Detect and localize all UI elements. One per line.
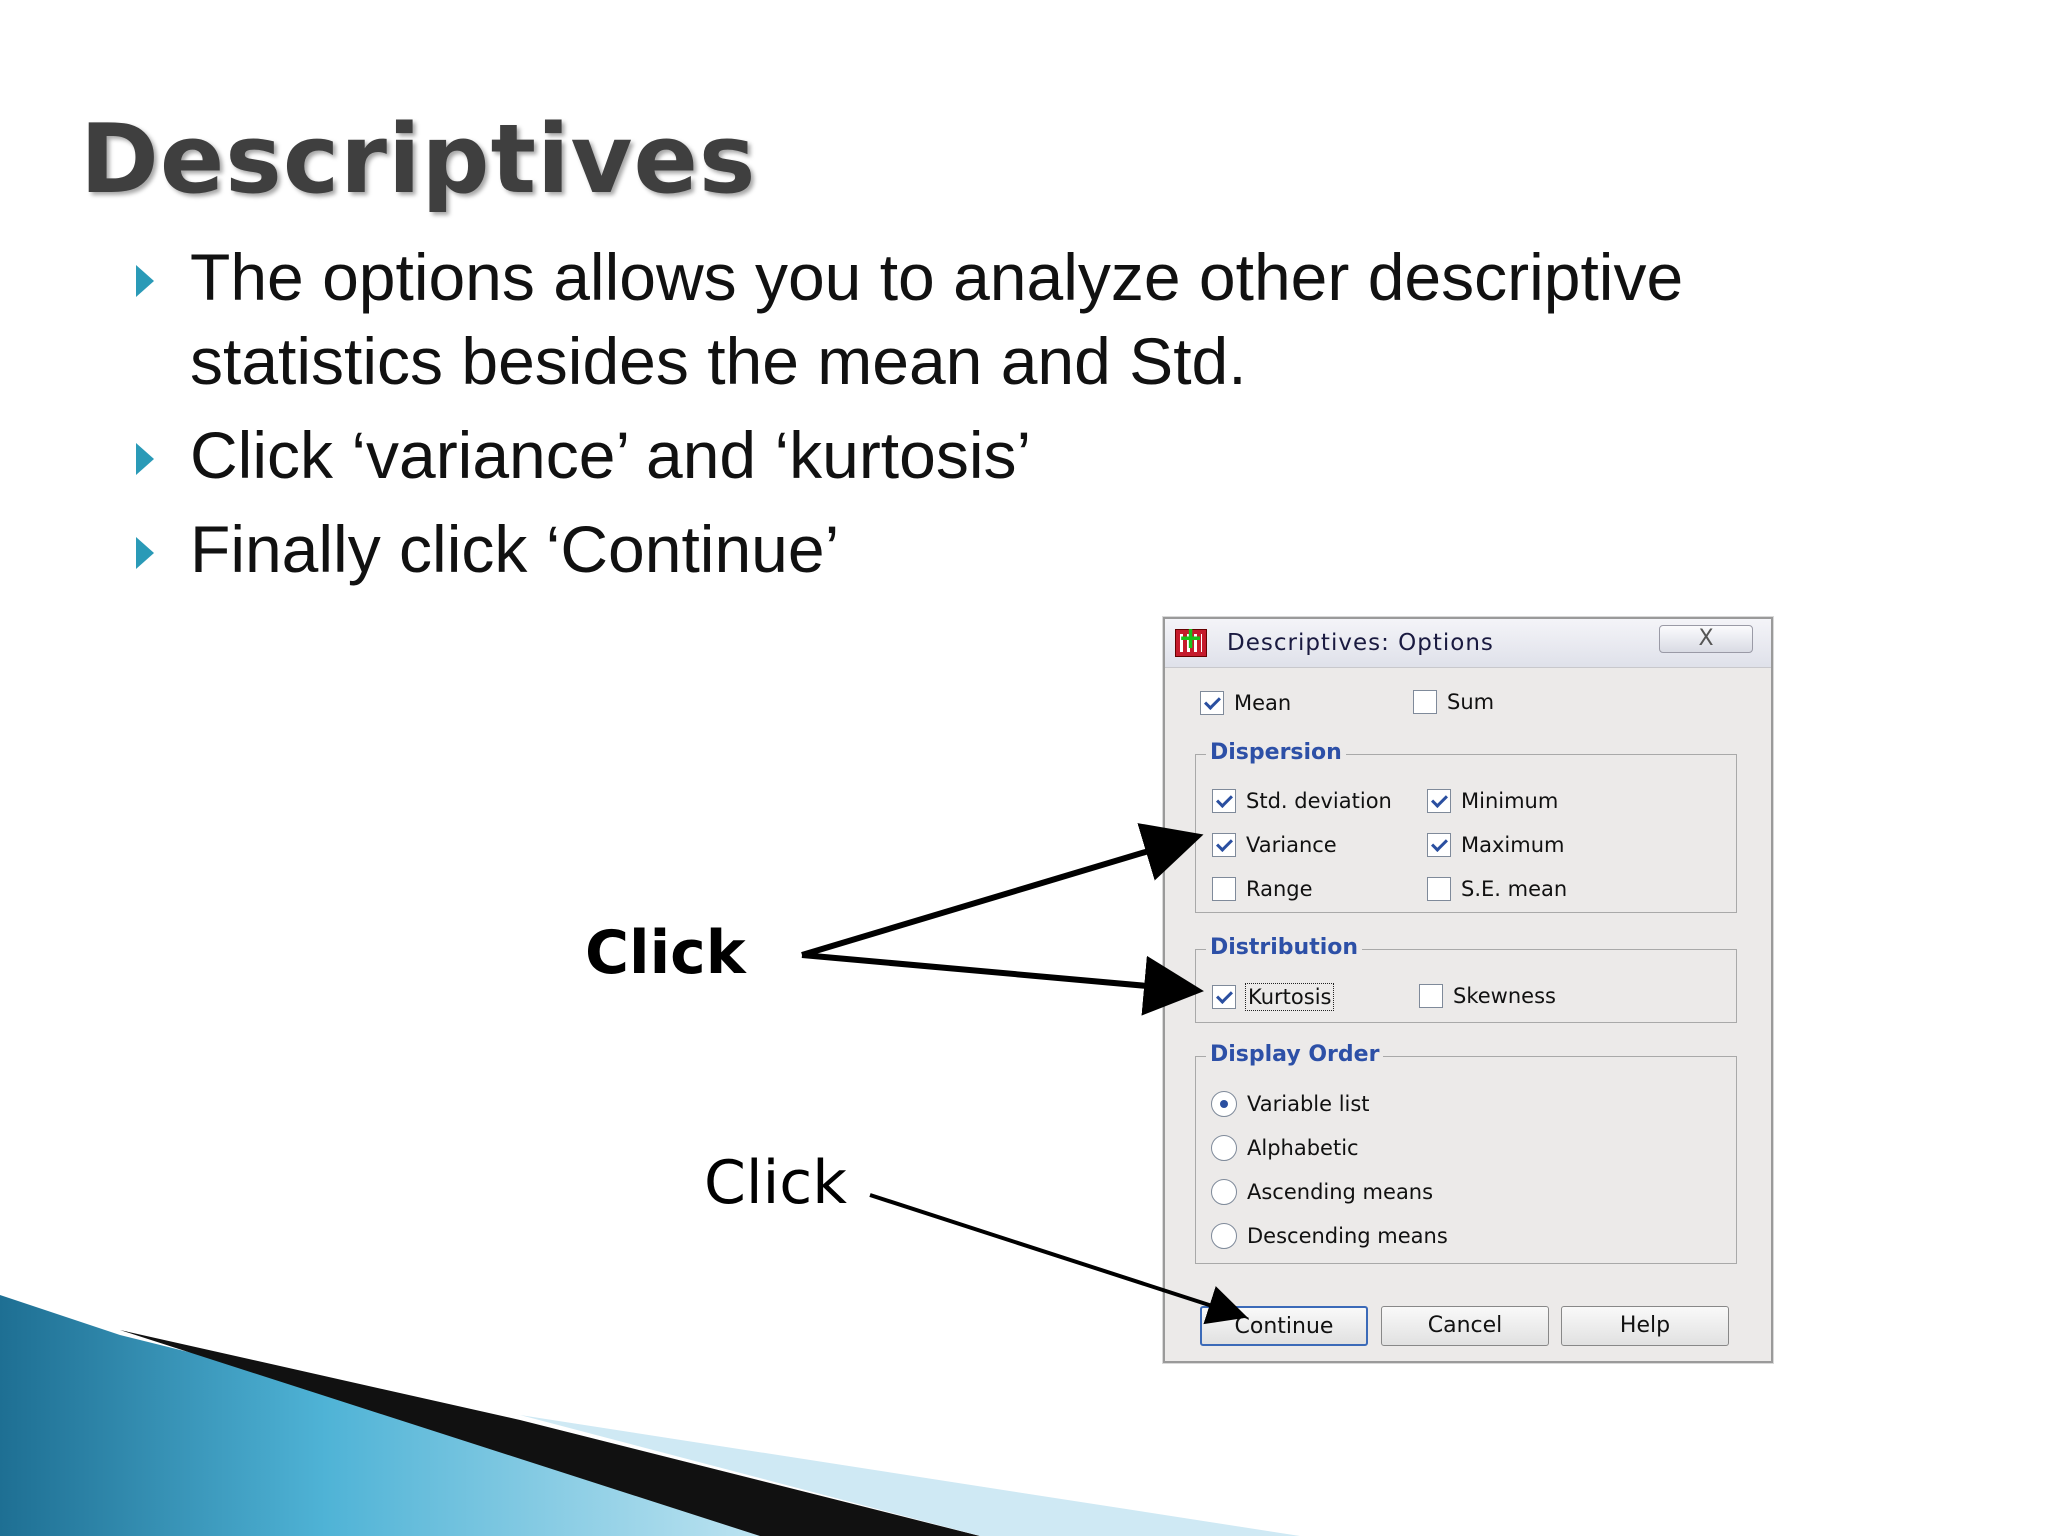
sum-checkbox[interactable]: Sum [1413, 690, 1494, 714]
variance-label: Variance [1246, 833, 1337, 857]
arrow-to-kurtosis [801, 952, 1204, 1016]
display-order-legend: Display Order [1206, 1042, 1384, 1067]
checkbox-empty-icon [1419, 984, 1443, 1008]
spss-app-icon [1175, 621, 1207, 657]
radio-label: Variable list [1247, 1092, 1370, 1116]
checkbox-empty-icon [1427, 877, 1451, 901]
checkbox-checked-icon [1427, 789, 1451, 813]
radio-label: Alphabetic [1247, 1136, 1359, 1160]
minimum-label: Minimum [1461, 789, 1559, 813]
checkbox-checked-icon [1212, 833, 1236, 857]
dialog-titlebar: Descriptives: Options X [1165, 619, 1771, 668]
checkbox-empty-icon [1212, 877, 1236, 901]
distribution-legend: Distribution [1206, 935, 1363, 960]
bullet-text: The options allows you to analyze other … [190, 240, 1684, 398]
radio-empty-icon [1211, 1223, 1237, 1249]
checkbox-checked-icon [1212, 985, 1236, 1009]
radio-label: Ascending means [1247, 1180, 1434, 1204]
range-label: Range [1246, 877, 1313, 901]
options-dialog: Descriptives: Options X Mean Sum Dispers… [1163, 617, 1773, 1363]
se-mean-checkbox[interactable]: S.E. mean [1427, 877, 1567, 901]
variance-checkbox[interactable]: Variance [1212, 833, 1337, 857]
click-annotation-bottom: Click [704, 1148, 847, 1218]
bullet-list: The options allows you to analyze other … [130, 235, 1830, 601]
radio-ascending-means[interactable]: Ascending means [1211, 1179, 1433, 1205]
arrow-to-variance [801, 823, 1204, 958]
bullet-text: Finally click ‘Continue’ [190, 512, 840, 586]
maximum-label: Maximum [1461, 833, 1565, 857]
radio-alphabetic[interactable]: Alphabetic [1211, 1135, 1359, 1161]
triangle-bullet-icon [136, 443, 154, 475]
minimum-checkbox[interactable]: Minimum [1427, 789, 1558, 813]
bullet-item: Click ‘variance’ and ‘kurtosis’ [130, 413, 1830, 497]
kurtosis-label: Kurtosis [1244, 983, 1335, 1011]
std-deviation-label: Std. deviation [1246, 789, 1392, 813]
radio-label: Descending means [1247, 1224, 1448, 1248]
mean-checkbox[interactable]: Mean [1200, 691, 1291, 715]
slide-title: Descriptives [80, 105, 757, 215]
radio-empty-icon [1211, 1179, 1237, 1205]
checkbox-checked-icon [1212, 789, 1236, 813]
sum-label: Sum [1447, 690, 1495, 714]
continue-button[interactable]: Continue [1200, 1306, 1368, 1346]
radio-selected-icon [1211, 1091, 1237, 1117]
bullet-text: Click ‘variance’ and ‘kurtosis’ [190, 418, 1032, 492]
se-mean-label: S.E. mean [1461, 877, 1568, 901]
triangle-bullet-icon [136, 265, 154, 297]
cancel-button[interactable]: Cancel [1381, 1306, 1549, 1346]
checkbox-checked-icon [1200, 691, 1224, 715]
skewness-label: Skewness [1453, 984, 1556, 1008]
skewness-checkbox[interactable]: Skewness [1419, 984, 1556, 1008]
mean-label: Mean [1234, 691, 1292, 715]
checkbox-empty-icon [1413, 690, 1437, 714]
checkbox-checked-icon [1427, 833, 1451, 857]
bullet-item: The options allows you to analyze other … [130, 235, 1830, 403]
dialog-title: Descriptives: Options [1227, 630, 1494, 656]
dispersion-legend: Dispersion [1206, 740, 1346, 765]
triangle-bullet-icon [136, 537, 154, 569]
radio-empty-icon [1211, 1135, 1237, 1161]
radio-descending-means[interactable]: Descending means [1211, 1223, 1448, 1249]
std-deviation-checkbox[interactable]: Std. deviation [1212, 789, 1392, 813]
range-checkbox[interactable]: Range [1212, 877, 1313, 901]
maximum-checkbox[interactable]: Maximum [1427, 833, 1564, 857]
bullet-item: Finally click ‘Continue’ [130, 507, 1830, 591]
click-annotation-top: Click [585, 918, 746, 988]
close-button[interactable]: X [1659, 625, 1753, 653]
help-button[interactable]: Help [1561, 1306, 1729, 1346]
radio-variable-list[interactable]: Variable list [1211, 1091, 1370, 1117]
kurtosis-checkbox[interactable]: Kurtosis [1212, 983, 1335, 1011]
